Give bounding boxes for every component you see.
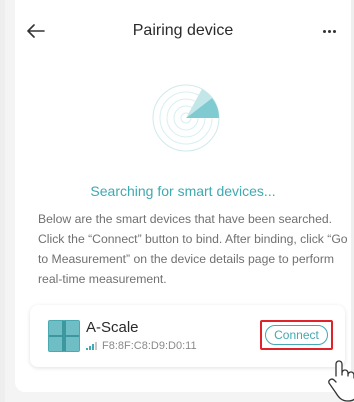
pointer-hand-icon [328,360,354,402]
search-status: Searching for smart devices... [90,183,276,199]
page-title: Pairing device [132,22,234,39]
device-mac: F8:8F:C8:D9:D0:11 [102,340,197,352]
signal-strength-icon [86,342,97,350]
scale-icon [48,320,80,352]
connect-button[interactable]: Connect [265,325,328,345]
device-name: A-Scale [86,319,139,336]
radar-scan-icon [152,84,220,152]
back-button[interactable] [25,20,47,42]
more-horizontal-icon [322,29,326,33]
instructions-text: Below are the smart devices that have be… [38,212,348,286]
app-screen: Pairing device Searching for smart devic… [5,0,354,402]
more-button[interactable] [317,20,341,42]
device-mac-row: F8:8F:C8:D9:D0:11 [86,340,197,352]
arrow-left-icon [27,24,45,38]
header-bar: Pairing device [15,0,351,62]
